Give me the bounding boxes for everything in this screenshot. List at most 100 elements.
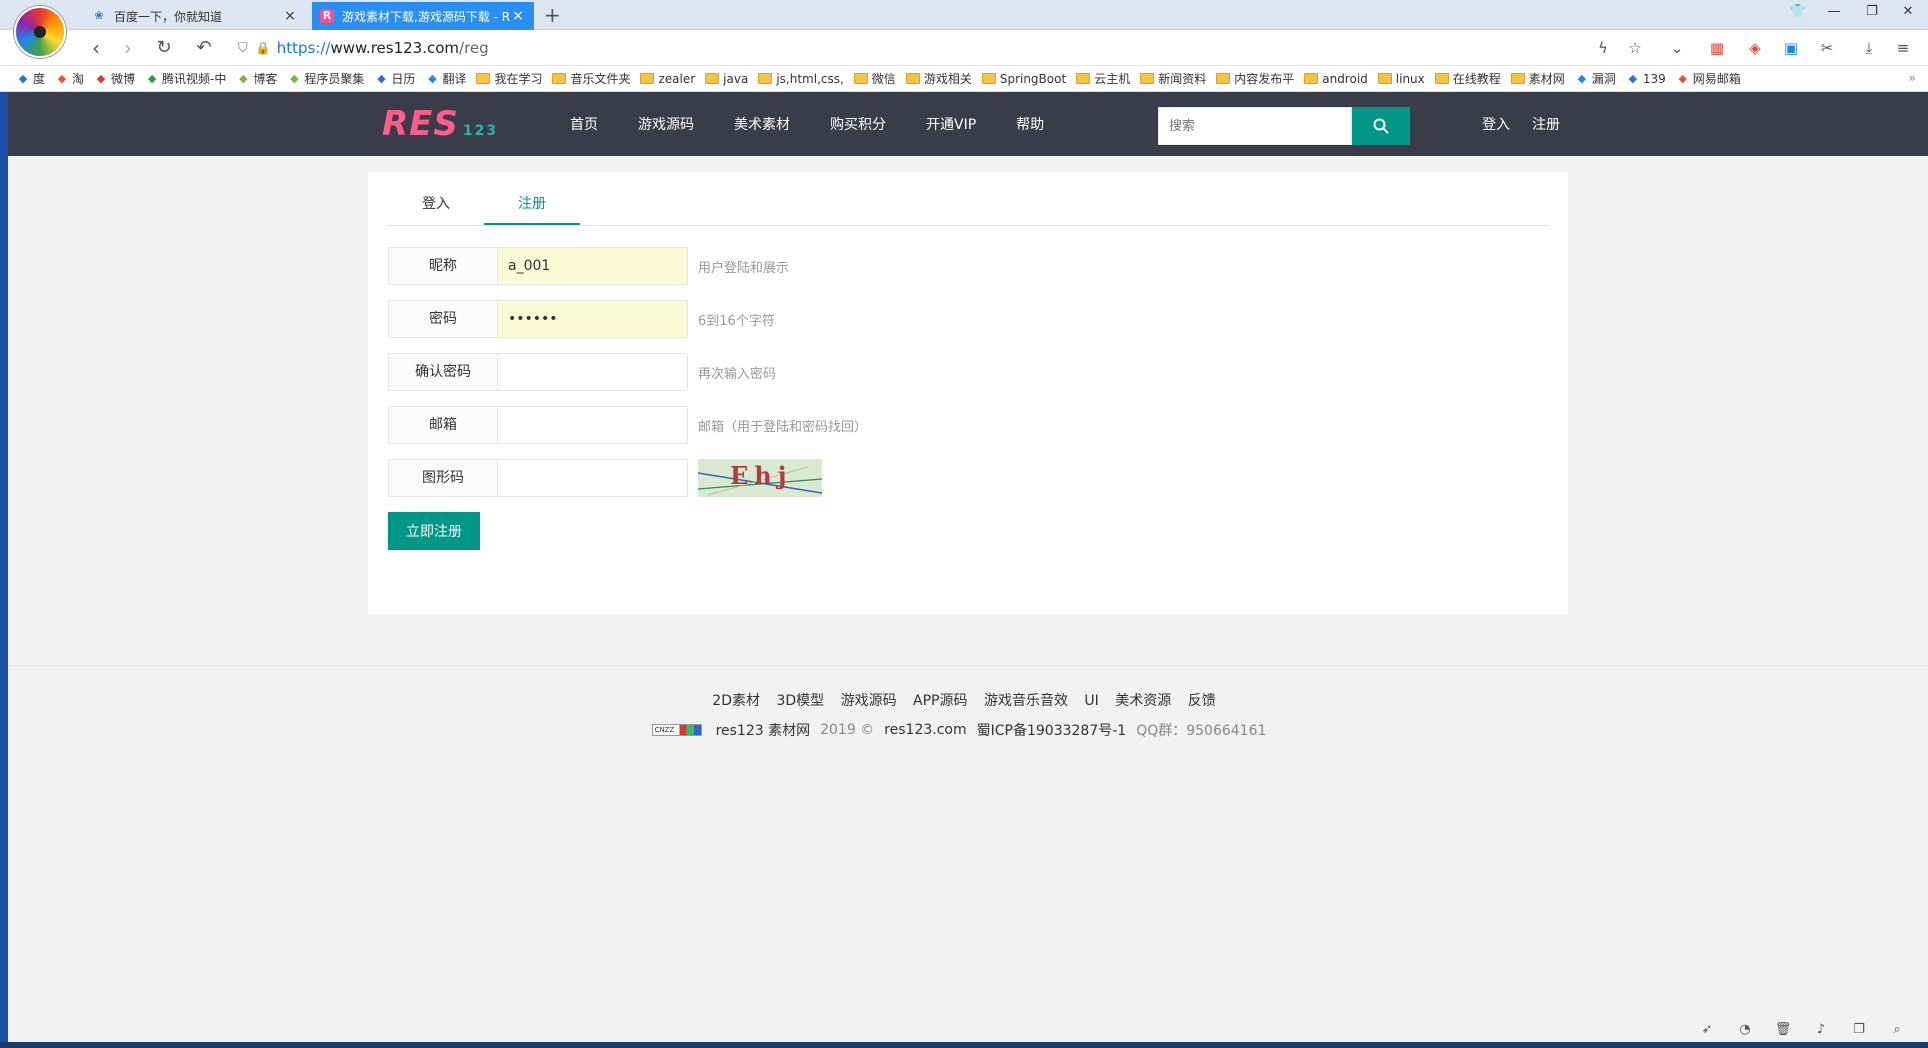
- nav-home[interactable]: 首页: [570, 114, 598, 134]
- skin-icon[interactable]: 👕: [1788, 4, 1808, 19]
- back-icon[interactable]: ‹: [84, 36, 108, 60]
- nickname-input[interactable]: [498, 247, 688, 285]
- bookmark-item[interactable]: ◆ 网易邮箱: [1676, 70, 1740, 87]
- game-icon[interactable]: ◈: [1744, 38, 1766, 58]
- close-window-icon[interactable]: ✕: [1898, 4, 1918, 19]
- site-logo[interactable]: RES 123: [382, 104, 498, 144]
- bookmark-item[interactable]: 音乐文件夹: [552, 70, 630, 87]
- scissors-icon[interactable]: ✂: [1816, 38, 1838, 58]
- browser-tab-res123[interactable]: R 游戏素材下载,游戏源码下载 - R ×: [312, 2, 534, 30]
- tab-register[interactable]: 注册: [484, 184, 580, 225]
- left-edge-bar: [0, 92, 8, 1048]
- bookmark-item[interactable]: ◆ 日历: [374, 70, 415, 87]
- bookmark-item[interactable]: ◆ 漏洞: [1575, 70, 1616, 87]
- chevron-down-icon[interactable]: ⌄: [1666, 38, 1688, 58]
- footer-link-app-source[interactable]: APP源码: [913, 693, 967, 709]
- lightning-icon[interactable]: ϟ: [1592, 38, 1614, 58]
- footer-link-game-source[interactable]: 游戏源码: [841, 693, 897, 709]
- bookmark-item[interactable]: SpringBoot: [981, 72, 1066, 86]
- folder-icon: [552, 73, 567, 84]
- new-tab-button[interactable]: +: [544, 2, 561, 28]
- register-submit-button[interactable]: 立即注册: [388, 512, 480, 550]
- search-button[interactable]: [1352, 107, 1410, 145]
- email-input[interactable]: [498, 406, 688, 444]
- cnzz-badge[interactable]: CNZZ: [651, 724, 702, 736]
- address-bar[interactable]: ⛉ 🔒 https:// www.res123.com /reg: [238, 35, 1648, 61]
- bookmark-item[interactable]: ◆ 度: [16, 70, 45, 87]
- tab-close-icon[interactable]: ×: [282, 8, 298, 24]
- speed-icon[interactable]: ◔: [1736, 1022, 1754, 1038]
- bookmark-item[interactable]: ◆ 博客: [236, 70, 277, 87]
- bookmark-item[interactable]: 我在学习: [476, 70, 542, 87]
- apps-grid-icon[interactable]: ▦: [1706, 38, 1728, 58]
- trash-icon[interactable]: 🗑: [1774, 1022, 1792, 1038]
- menu-icon[interactable]: ≡: [1892, 38, 1914, 58]
- bookmark-item[interactable]: ◆ 程序员聚集: [287, 70, 364, 87]
- footer-link-3d[interactable]: 3D模型: [776, 693, 824, 709]
- folder-icon: [1076, 73, 1091, 84]
- bookmark-item[interactable]: 在线教程: [1434, 70, 1501, 87]
- tab-login[interactable]: 登入: [388, 184, 484, 225]
- footer-link-feedback[interactable]: 反馈: [1188, 693, 1216, 709]
- undo-icon[interactable]: ↶: [192, 36, 216, 60]
- nav-buy-points[interactable]: 购买积分: [830, 114, 886, 134]
- footer-link-audio[interactable]: 游戏音乐音效: [984, 693, 1068, 709]
- bookmark-icon: ◆: [1577, 71, 1587, 85]
- bookmark-icon: ◆: [18, 71, 28, 85]
- bookmark-item[interactable]: ◆ 淘: [55, 70, 84, 87]
- bookmark-item[interactable]: 游戏相关: [905, 70, 972, 87]
- bookmark-label: 度: [33, 72, 46, 86]
- header-register-link[interactable]: 注册: [1532, 114, 1560, 134]
- bookmark-item[interactable]: java: [705, 72, 748, 86]
- confirm-password-input[interactable]: [498, 353, 688, 391]
- download-icon[interactable]: ⤓: [1858, 38, 1880, 58]
- search-input[interactable]: [1158, 107, 1352, 145]
- auth-tabs: 登入 注册: [388, 184, 1548, 226]
- window-icon[interactable]: ❐: [1850, 1022, 1868, 1038]
- nav-game-source[interactable]: 游戏源码: [638, 114, 694, 134]
- folder-icon: [1216, 73, 1231, 84]
- captcha-image[interactable]: Ehj: [698, 459, 822, 497]
- restore-icon[interactable]: ❐: [1862, 4, 1882, 19]
- folder-icon: [1510, 73, 1525, 84]
- nav-art-assets[interactable]: 美术素材: [734, 114, 790, 134]
- footer-link-2d[interactable]: 2D素材: [712, 693, 760, 709]
- bookmark-label: 云主机: [1094, 72, 1131, 86]
- nav-help[interactable]: 帮助: [1016, 114, 1044, 134]
- bookmarks-bar: ◆ 度 ◆ 淘 ◆ 微博 ◆ 腾讯视频-中 ◆ 博客 ◆ 程序员聚集 ◆ 日历 ◆ 翻译 我在学习 音乐文件夹 ze…: [0, 66, 1928, 92]
- footer-link-art[interactable]: 美术资源: [1115, 693, 1171, 709]
- bookmark-item[interactable]: linux: [1377, 72, 1425, 86]
- bookmark-item[interactable]: ◆ 微博: [94, 70, 135, 87]
- tab-close-icon[interactable]: ×: [510, 8, 526, 24]
- star-icon[interactable]: ☆: [1624, 38, 1646, 58]
- footer-icp[interactable]: 蜀ICP备19033287号-1: [977, 720, 1127, 740]
- minimize-icon[interactable]: —: [1824, 4, 1844, 19]
- footer-domain[interactable]: res123.com: [884, 722, 966, 738]
- reload-icon[interactable]: ↻: [152, 36, 176, 60]
- header-login-link[interactable]: 登入: [1482, 114, 1510, 134]
- bookmark-item[interactable]: ◆ 腾讯视频-中: [145, 70, 227, 87]
- bookmark-item[interactable]: 内容发布平: [1216, 70, 1294, 87]
- browser-tab-baidu[interactable]: ❀ 百度一下，你就知道 ×: [84, 2, 306, 30]
- bookmark-item[interactable]: 微信: [853, 70, 896, 87]
- bookmark-item[interactable]: 新闻资料: [1140, 70, 1206, 87]
- volume-icon[interactable]: ♪: [1812, 1022, 1830, 1038]
- captcha-input[interactable]: [498, 459, 688, 497]
- bookmark-item[interactable]: zealer: [640, 72, 695, 86]
- bookmark-item[interactable]: 云主机: [1076, 70, 1130, 87]
- nav-vip[interactable]: 开通VIP: [926, 114, 976, 134]
- bookmark-item[interactable]: js,html,css,: [758, 72, 844, 86]
- footer-link-ui[interactable]: UI: [1084, 693, 1098, 709]
- bookmark-item[interactable]: 素材网: [1510, 70, 1565, 87]
- lock-icon: 🔒: [255, 41, 271, 55]
- bookmark-item[interactable]: ◆ 翻译: [425, 70, 466, 87]
- translate-icon[interactable]: ▣: [1780, 38, 1802, 58]
- bookmarks-overflow-icon[interactable]: »: [1909, 71, 1916, 85]
- bookmark-item[interactable]: ◆ 139: [1626, 72, 1666, 86]
- rocket-icon[interactable]: ➶: [1698, 1022, 1716, 1038]
- bookmark-item[interactable]: android: [1304, 72, 1368, 86]
- password-input[interactable]: [498, 300, 688, 338]
- zoom-icon[interactable]: ⌕: [1888, 1022, 1906, 1038]
- browser-toolbar: ‹ › ↻ ↶ ⛉ 🔒 https:// www.res123.com /reg…: [0, 30, 1928, 66]
- forward-icon[interactable]: ›: [116, 36, 140, 60]
